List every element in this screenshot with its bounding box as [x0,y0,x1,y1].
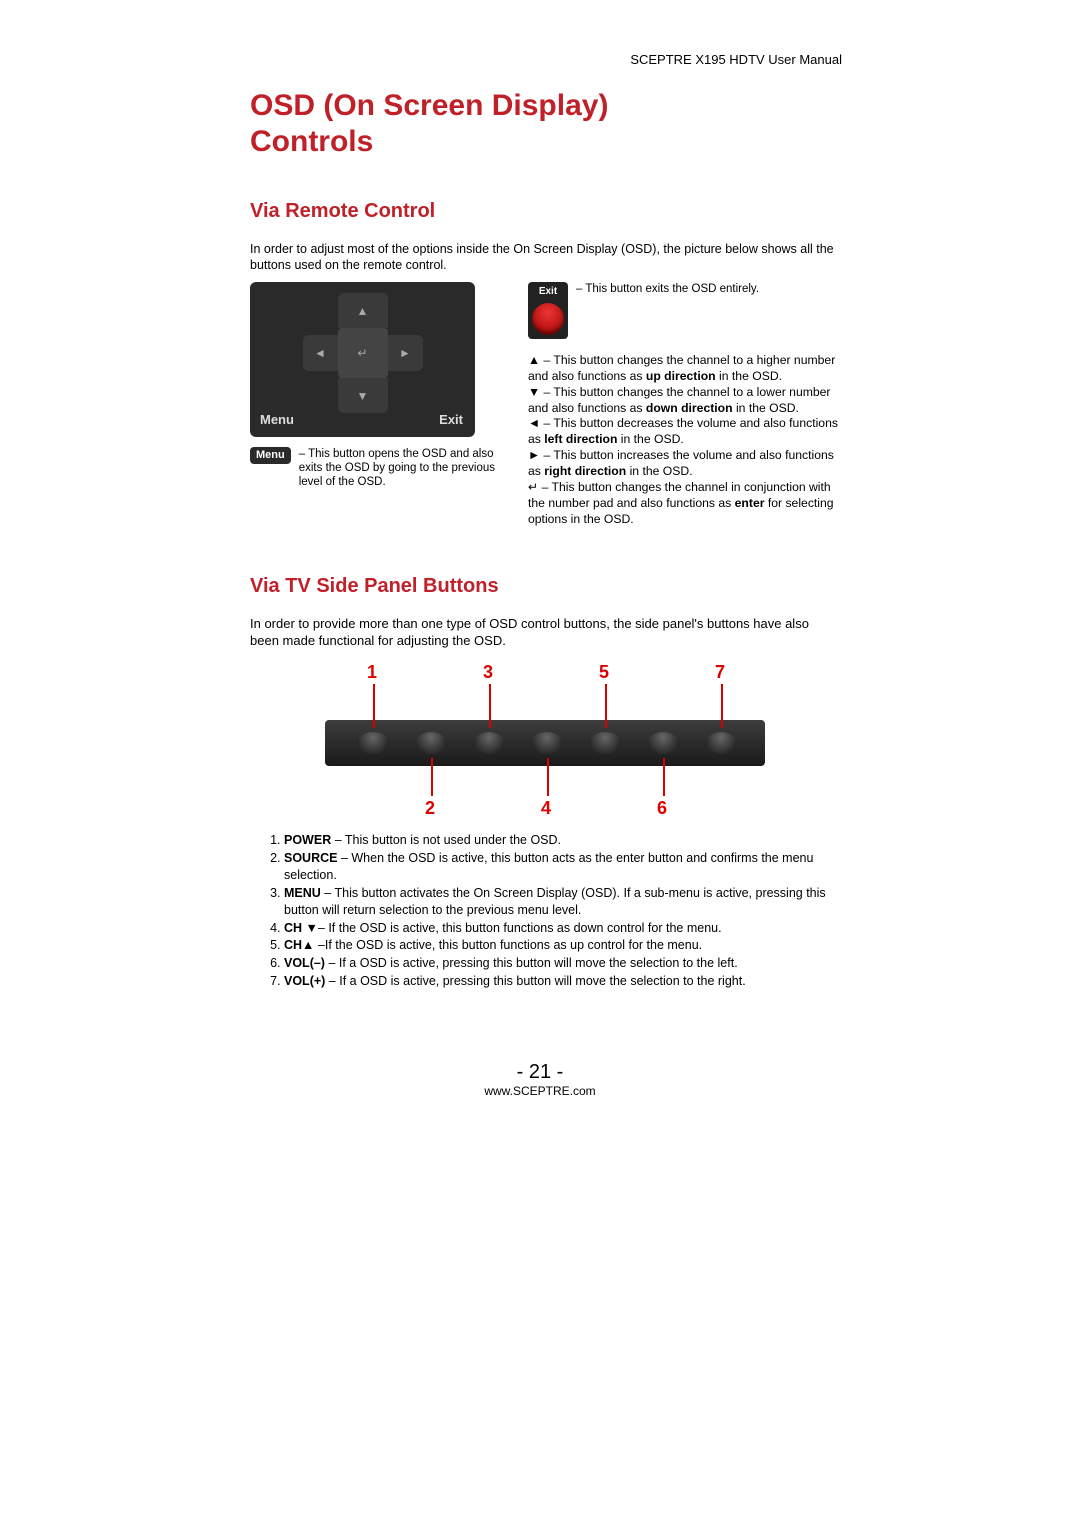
footer-url: www.SCEPTRE.com [0,1084,1080,1098]
exit-chip-label: Exit [539,286,557,299]
list-item-6: VOL(–) – If a OSD is active, pressing th… [284,955,840,972]
title-line-1: OSD (On Screen Display) [250,89,608,122]
exit-red-icon [532,303,564,335]
li7-bold: VOL(+) [284,974,325,988]
li2-text: – When the OSD is active, this button ac… [284,851,813,882]
dpad-enter-icon: ↵ [338,328,388,378]
li3-bold: MENU [284,886,321,900]
section1-left-col: ▲ ▼ ◄ ► ↵ Menu Exit Menu – This button o… [250,282,510,490]
remote-exit-label: Exit [439,412,463,427]
list-item-5: CH▲ –If the OSD is active, this button f… [284,937,840,954]
diagram-label-7: 7 [715,662,725,683]
tick-3 [489,684,491,728]
dpad-left-icon: ◄ [303,335,338,371]
arrow-lf-post: in the OSD. [617,432,683,446]
arrow-up-desc: ▲ – This button changes the channel to a… [528,353,840,385]
menu-button-chip: Menu [250,447,291,465]
page-number: - 21 - [0,1061,1080,1084]
section1-right-col: Exit – This button exits the OSD entirel… [528,282,840,528]
li6-bold: VOL(–) [284,956,325,970]
arrow-up-post: in the OSD. [716,369,782,383]
remote-menu-label: Menu [260,412,294,427]
enter-bold: enter [735,496,765,510]
li1-bold: POWER [284,833,331,847]
side-panel-diagram: 1 3 5 7 2 4 6 [325,662,765,822]
tick-6 [663,758,665,796]
list-item-7: VOL(+) – If a OSD is active, pressing th… [284,973,840,990]
diagram-label-4: 4 [541,798,551,819]
arrow-right-desc: ► – This button increases the volume and… [528,448,840,480]
li4-text: – If the OSD is active, this button func… [318,921,722,935]
li3-text: – This button activates the On Screen Di… [284,886,826,917]
arrow-dn-bold: down direction [646,401,733,415]
document-page: SCEPTRE X195 HDTV User Manual OSD (On Sc… [0,0,1080,1528]
section2-intro: In order to provide more than one type o… [250,616,840,650]
diagram-label-5: 5 [599,662,609,683]
arrow-lf-bold: left direction [544,432,617,446]
title-line-2: Controls [250,125,373,158]
header-product: SCEPTRE X195 HDTV User Manual [630,52,842,67]
arrow-up-bold: up direction [646,369,716,383]
remote-dpad-photo: ▲ ▼ ◄ ► ↵ Menu Exit [250,282,475,437]
list-item-2: SOURCE – When the OSD is active, this bu… [284,850,840,884]
arrow-rt-bold: right direction [544,464,626,478]
li1-text: – This button is not used under the OSD. [331,833,561,847]
list-item-3: MENU – This button activates the On Scre… [284,885,840,919]
diagram-label-3: 3 [483,662,493,683]
li5-text: –If the OSD is active, this button funct… [314,938,702,952]
list-item-1: POWER – This button is not used under th… [284,832,840,849]
tick-5 [605,684,607,728]
section1-intro: In order to adjust most of the options i… [250,241,840,274]
arrow-down-desc: ▼ – This button changes the channel to a… [528,385,840,417]
tick-2 [431,758,433,796]
arrow-dn-post: in the OSD. [733,401,799,415]
list-item-4: CH ▼– If the OSD is active, this button … [284,920,840,937]
tick-1 [373,684,375,728]
tick-4 [547,758,549,796]
li7-text: – If a OSD is active, pressing this butt… [325,974,745,988]
panel-button-list: POWER – This button is not used under th… [250,832,840,990]
content-area: OSD (On Screen Display) Controls Via Rem… [250,88,840,990]
page-footer: - 21 - www.SCEPTRE.com [0,1061,1080,1098]
diagram-label-2: 2 [425,798,435,819]
menu-button-desc: – This button opens the OSD and also exi… [299,447,510,490]
exit-button-desc: – This button exits the OSD entirely. [576,282,759,296]
diagram-label-1: 1 [367,662,377,683]
arrow-left-desc: ◄ – This button decreases the volume and… [528,416,840,448]
tick-7 [721,684,723,728]
section2-heading: Via TV Side Panel Buttons [250,575,840,598]
diagram-label-6: 6 [657,798,667,819]
li5-bold: CH▲ [284,938,314,952]
arrow-rt-post: in the OSD. [626,464,692,478]
section1-columns: ▲ ▼ ◄ ► ↵ Menu Exit Menu – This button o… [250,282,840,528]
dpad-right-icon: ► [388,335,423,371]
exit-button-chip: Exit [528,282,568,340]
page-title: OSD (On Screen Display) Controls [250,88,840,160]
li2-bold: SOURCE [284,851,337,865]
li6-text: – If a OSD is active, pressing this butt… [325,956,738,970]
menu-button-desc-row: Menu – This button opens the OSD and als… [250,447,510,490]
exit-button-desc-row: Exit – This button exits the OSD entirel… [528,282,840,340]
enter-desc: ↵ – This button changes the channel in c… [528,480,840,528]
li4-bold: CH ▼ [284,921,318,935]
dpad-down-icon: ▼ [338,378,388,413]
dpad-up-icon: ▲ [338,293,388,328]
section1-heading: Via Remote Control [250,200,840,223]
dpad: ▲ ▼ ◄ ► ↵ [303,293,423,413]
